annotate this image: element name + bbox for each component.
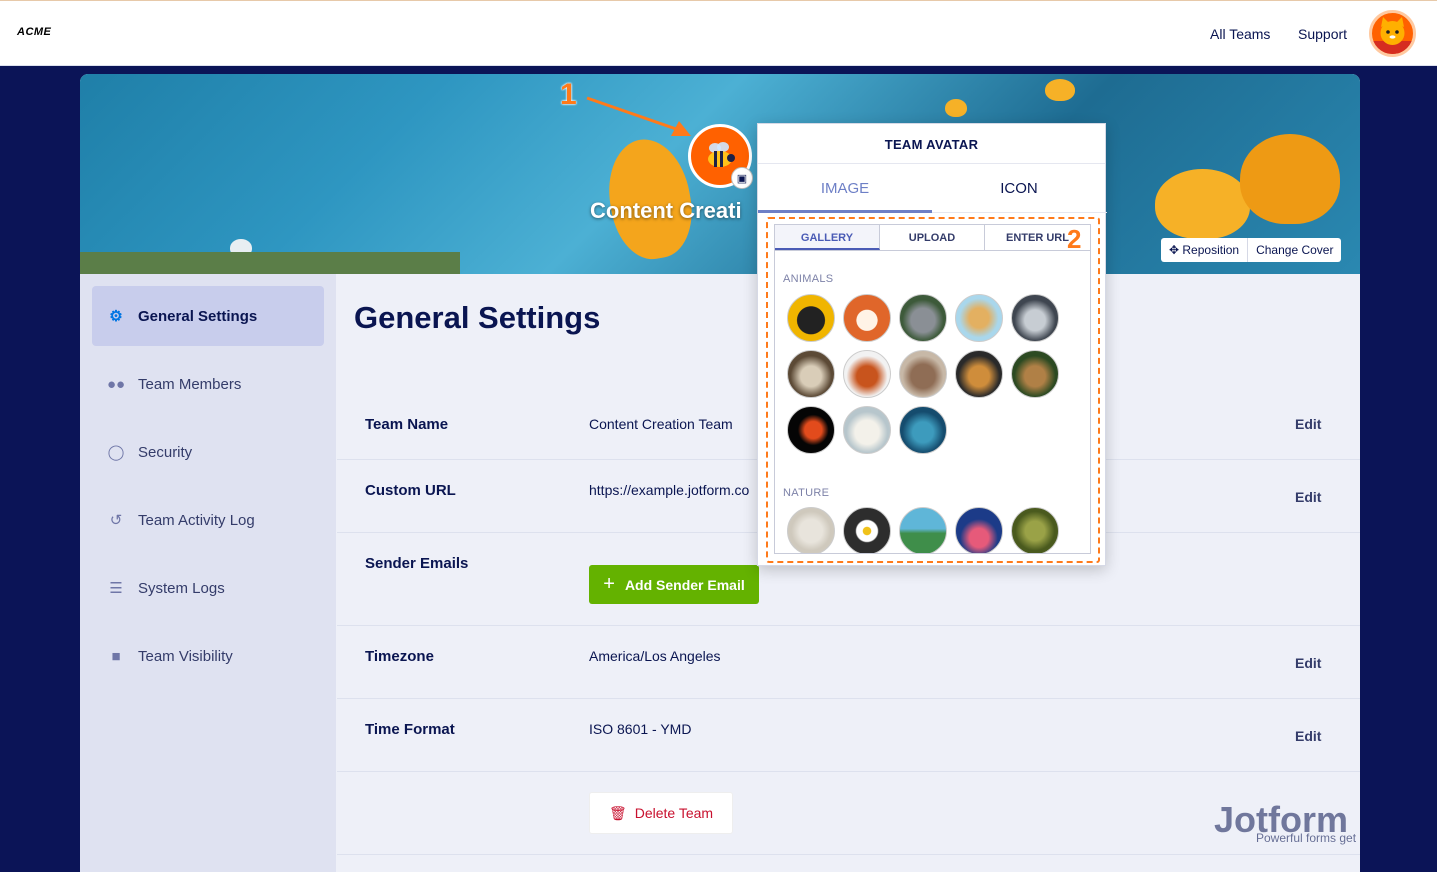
category-nature: NATURE — [783, 487, 830, 499]
sidebar-item-label: Security — [138, 443, 193, 461]
sidebar-item-label: Team Visibility — [138, 647, 233, 665]
squirrel-avatar-option[interactable] — [1011, 350, 1059, 398]
add-sender-email-button[interactable]: + Add Sender Email — [589, 565, 759, 604]
category-animals: ANIMALS — [783, 273, 834, 285]
monkey-avatar-option[interactable] — [787, 350, 835, 398]
cat-avatar-icon — [1372, 17, 1413, 54]
edit-team-name-button[interactable]: Edit — [1295, 416, 1321, 432]
beach-avatar-option[interactable] — [899, 507, 947, 553]
goldfish-avatar-option[interactable] — [787, 406, 835, 454]
gear-icon: ⚙ — [109, 308, 123, 325]
change-cover-button[interactable]: Change Cover — [1248, 238, 1341, 262]
database-icon: ☰ — [109, 580, 123, 597]
bee-icon — [708, 142, 735, 167]
cover-image: ▣ Content Creati 1 ✥ Reposition Change C… — [80, 74, 1360, 274]
sand-avatar-option[interactable] — [787, 507, 835, 553]
shield-icon: ◯ — [107, 444, 125, 461]
polar-bear-avatar-option[interactable] — [843, 406, 891, 454]
delete-team-label: Delete Team — [634, 805, 714, 821]
corgi-avatar-option[interactable] — [843, 294, 891, 342]
row-label: Custom URL — [365, 482, 456, 499]
acme-logo[interactable]: ACME — [17, 26, 51, 38]
tab-gallery[interactable]: GALLERY — [775, 225, 880, 250]
row-label: Sender Emails — [365, 555, 469, 572]
sidebar-item-team-visibility[interactable]: ■ Team Visibility — [92, 626, 324, 686]
timezone-value: America/Los Angeles — [589, 648, 721, 664]
users-icon: ●● — [106, 375, 126, 393]
team-title: Content Creati — [590, 198, 742, 223]
edit-time-format-button[interactable]: Edit — [1295, 728, 1321, 744]
trash-icon: 🗑 — [608, 804, 627, 821]
tab-upload[interactable]: UPLOAD — [880, 225, 985, 250]
reposition-button[interactable]: ✥ Reposition — [1161, 238, 1249, 262]
row-label: Time Format — [365, 721, 455, 738]
lock-icon: ■ — [111, 647, 121, 665]
team-name-value: Content Creation Team — [589, 416, 733, 432]
cat-avatar-option[interactable] — [1011, 294, 1059, 342]
row-label: Team Name — [365, 416, 449, 433]
change-avatar-icon[interactable]: ▣ — [731, 167, 753, 189]
top-bar: ACME All Teams Support — [0, 0, 1440, 66]
bud-decoration — [1045, 79, 1075, 101]
fox-avatar-option[interactable] — [843, 350, 891, 398]
row-label: Timezone — [365, 648, 434, 665]
step-marker-1: 1 — [560, 78, 577, 111]
page-title: General Settings — [354, 300, 601, 335]
support-link[interactable]: Support — [1298, 26, 1347, 42]
user-avatar[interactable] — [1369, 10, 1416, 57]
poppy-decoration — [1155, 169, 1250, 239]
rabbit-avatar-option[interactable] — [899, 350, 947, 398]
edit-timezone-button[interactable]: Edit — [1295, 655, 1321, 671]
jotform-tagline: Powerful forms get — [1256, 831, 1357, 845]
add-sender-email-label: Add Sender Email — [624, 576, 745, 593]
all-teams-link[interactable]: All Teams — [1210, 26, 1270, 42]
giraffe-avatar-option[interactable] — [955, 294, 1003, 342]
delete-team-row: 🗑 Delete Team — [337, 772, 1360, 855]
pug-avatar-option[interactable] — [787, 294, 835, 342]
team-settings-card: ▣ Content Creati 1 ✥ Reposition Change C… — [80, 74, 1360, 872]
popup-title: TEAM AVATAR — [758, 124, 1105, 164]
tiger-avatar-option[interactable] — [955, 350, 1003, 398]
plus-icon: + — [603, 573, 615, 595]
sidebar-item-team-members[interactable]: ●● Team Members — [92, 354, 324, 414]
daisy-avatar-option[interactable] — [843, 507, 891, 553]
tab-image[interactable]: IMAGE — [758, 165, 932, 213]
arrow-annotation — [586, 96, 691, 136]
avatar-type-tabs: IMAGE ICON — [758, 165, 1107, 213]
settings-sidebar: ⚙ General Settings ●● Team Members ◯ Sec… — [80, 274, 336, 872]
turtle-avatar-option[interactable] — [899, 406, 947, 454]
tab-icon[interactable]: ICON — [932, 165, 1106, 213]
source-tabs: GALLERY UPLOAD ENTER URL — [775, 225, 1090, 251]
timezone-row: Timezone America/Los Angeles Edit — [337, 626, 1360, 699]
edit-custom-url-button[interactable]: Edit — [1295, 489, 1321, 505]
poppy-decoration — [1240, 134, 1340, 224]
sidebar-item-general-settings[interactable]: ⚙ General Settings — [92, 286, 324, 346]
delete-team-button[interactable]: 🗑 Delete Team — [589, 792, 733, 834]
bud-decoration — [945, 99, 967, 117]
sidebar-item-label: Team Members — [138, 375, 242, 393]
history-icon: ↺ — [109, 512, 123, 529]
step-marker-2: 2 — [1067, 224, 1082, 254]
cover-actions: ✥ Reposition Change Cover — [1161, 238, 1342, 262]
grass-decoration — [80, 252, 460, 274]
time-format-row: Time Format ISO 8601 - YMD Edit — [337, 699, 1360, 772]
sidebar-item-label: Team Activity Log — [138, 511, 255, 529]
pine-avatar-option[interactable] — [1011, 507, 1059, 553]
custom-url-value: https://example.jotform.co — [589, 482, 750, 498]
sidebar-item-label: System Logs — [138, 579, 225, 597]
team-avatar-popup: TEAM AVATAR IMAGE ICON GALLERY UPLOAD EN… — [757, 123, 1107, 566]
raccoon-avatar-option[interactable] — [899, 294, 947, 342]
sidebar-item-security[interactable]: ◯ Security — [92, 422, 324, 482]
sidebar-item-label: General Settings — [138, 307, 258, 325]
sidebar-item-system-logs[interactable]: ☰ System Logs — [92, 558, 324, 618]
flower-avatar-option[interactable] — [955, 507, 1003, 553]
reposition-label: Reposition — [1182, 243, 1240, 257]
sidebar-item-team-activity-log[interactable]: ↺ Team Activity Log — [92, 490, 324, 550]
time-format-value: ISO 8601 - YMD — [589, 721, 692, 737]
gallery-panel: GALLERY UPLOAD ENTER URL ANIMALS NATURE — [774, 224, 1091, 554]
